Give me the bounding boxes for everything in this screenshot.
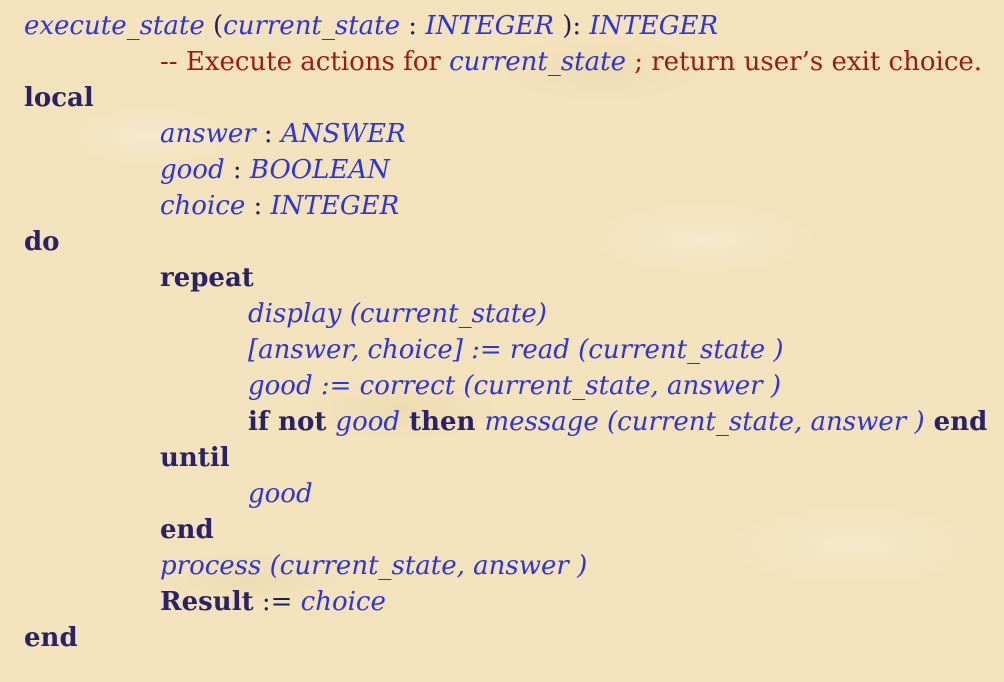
do-keyword: do <box>24 227 60 257</box>
comment-argument: current_state <box>449 47 626 77</box>
open-paren: ( <box>204 11 224 41</box>
result-assignment: Result := choice <box>160 587 386 617</box>
argument-type: INTEGER <box>425 11 554 41</box>
close-paren: ): <box>553 11 590 41</box>
repeat-keyword: repeat <box>160 263 254 293</box>
correct-assignment: good := correct (current_state, answer ) <box>248 371 782 401</box>
comment-prefix: -- Execute actions for <box>160 47 450 77</box>
header-comment: -- Execute actions for current_state ; r… <box>160 44 982 80</box>
feature-name: execute_state <box>24 11 205 41</box>
process-call: process (current_state, answer ) <box>160 551 588 581</box>
argument-name: current_state <box>223 11 401 41</box>
display-call: display (current_state) <box>248 299 547 329</box>
return-type: INTEGER <box>589 11 719 41</box>
signature-line: execute_state (current_state : INTEGER )… <box>24 8 718 44</box>
local-decl-answer: answer : ANSWER <box>160 119 406 149</box>
loop-end-keyword: end <box>160 515 214 545</box>
if-statement: if not good then message (current_state,… <box>248 407 988 437</box>
local-decl-choice: choice : INTEGER <box>160 191 400 221</box>
comment-suffix: ; return user’s exit choice. <box>625 47 983 77</box>
until-condition: good <box>248 479 313 509</box>
local-decl-good: good : BOOLEAN <box>160 155 390 185</box>
read-assignment: [answer, choice] := read (current_state … <box>248 335 784 365</box>
colon: : <box>400 11 426 41</box>
routine-end-keyword: end <box>24 623 78 653</box>
local-keyword: local <box>24 83 94 113</box>
until-keyword: until <box>160 443 230 473</box>
